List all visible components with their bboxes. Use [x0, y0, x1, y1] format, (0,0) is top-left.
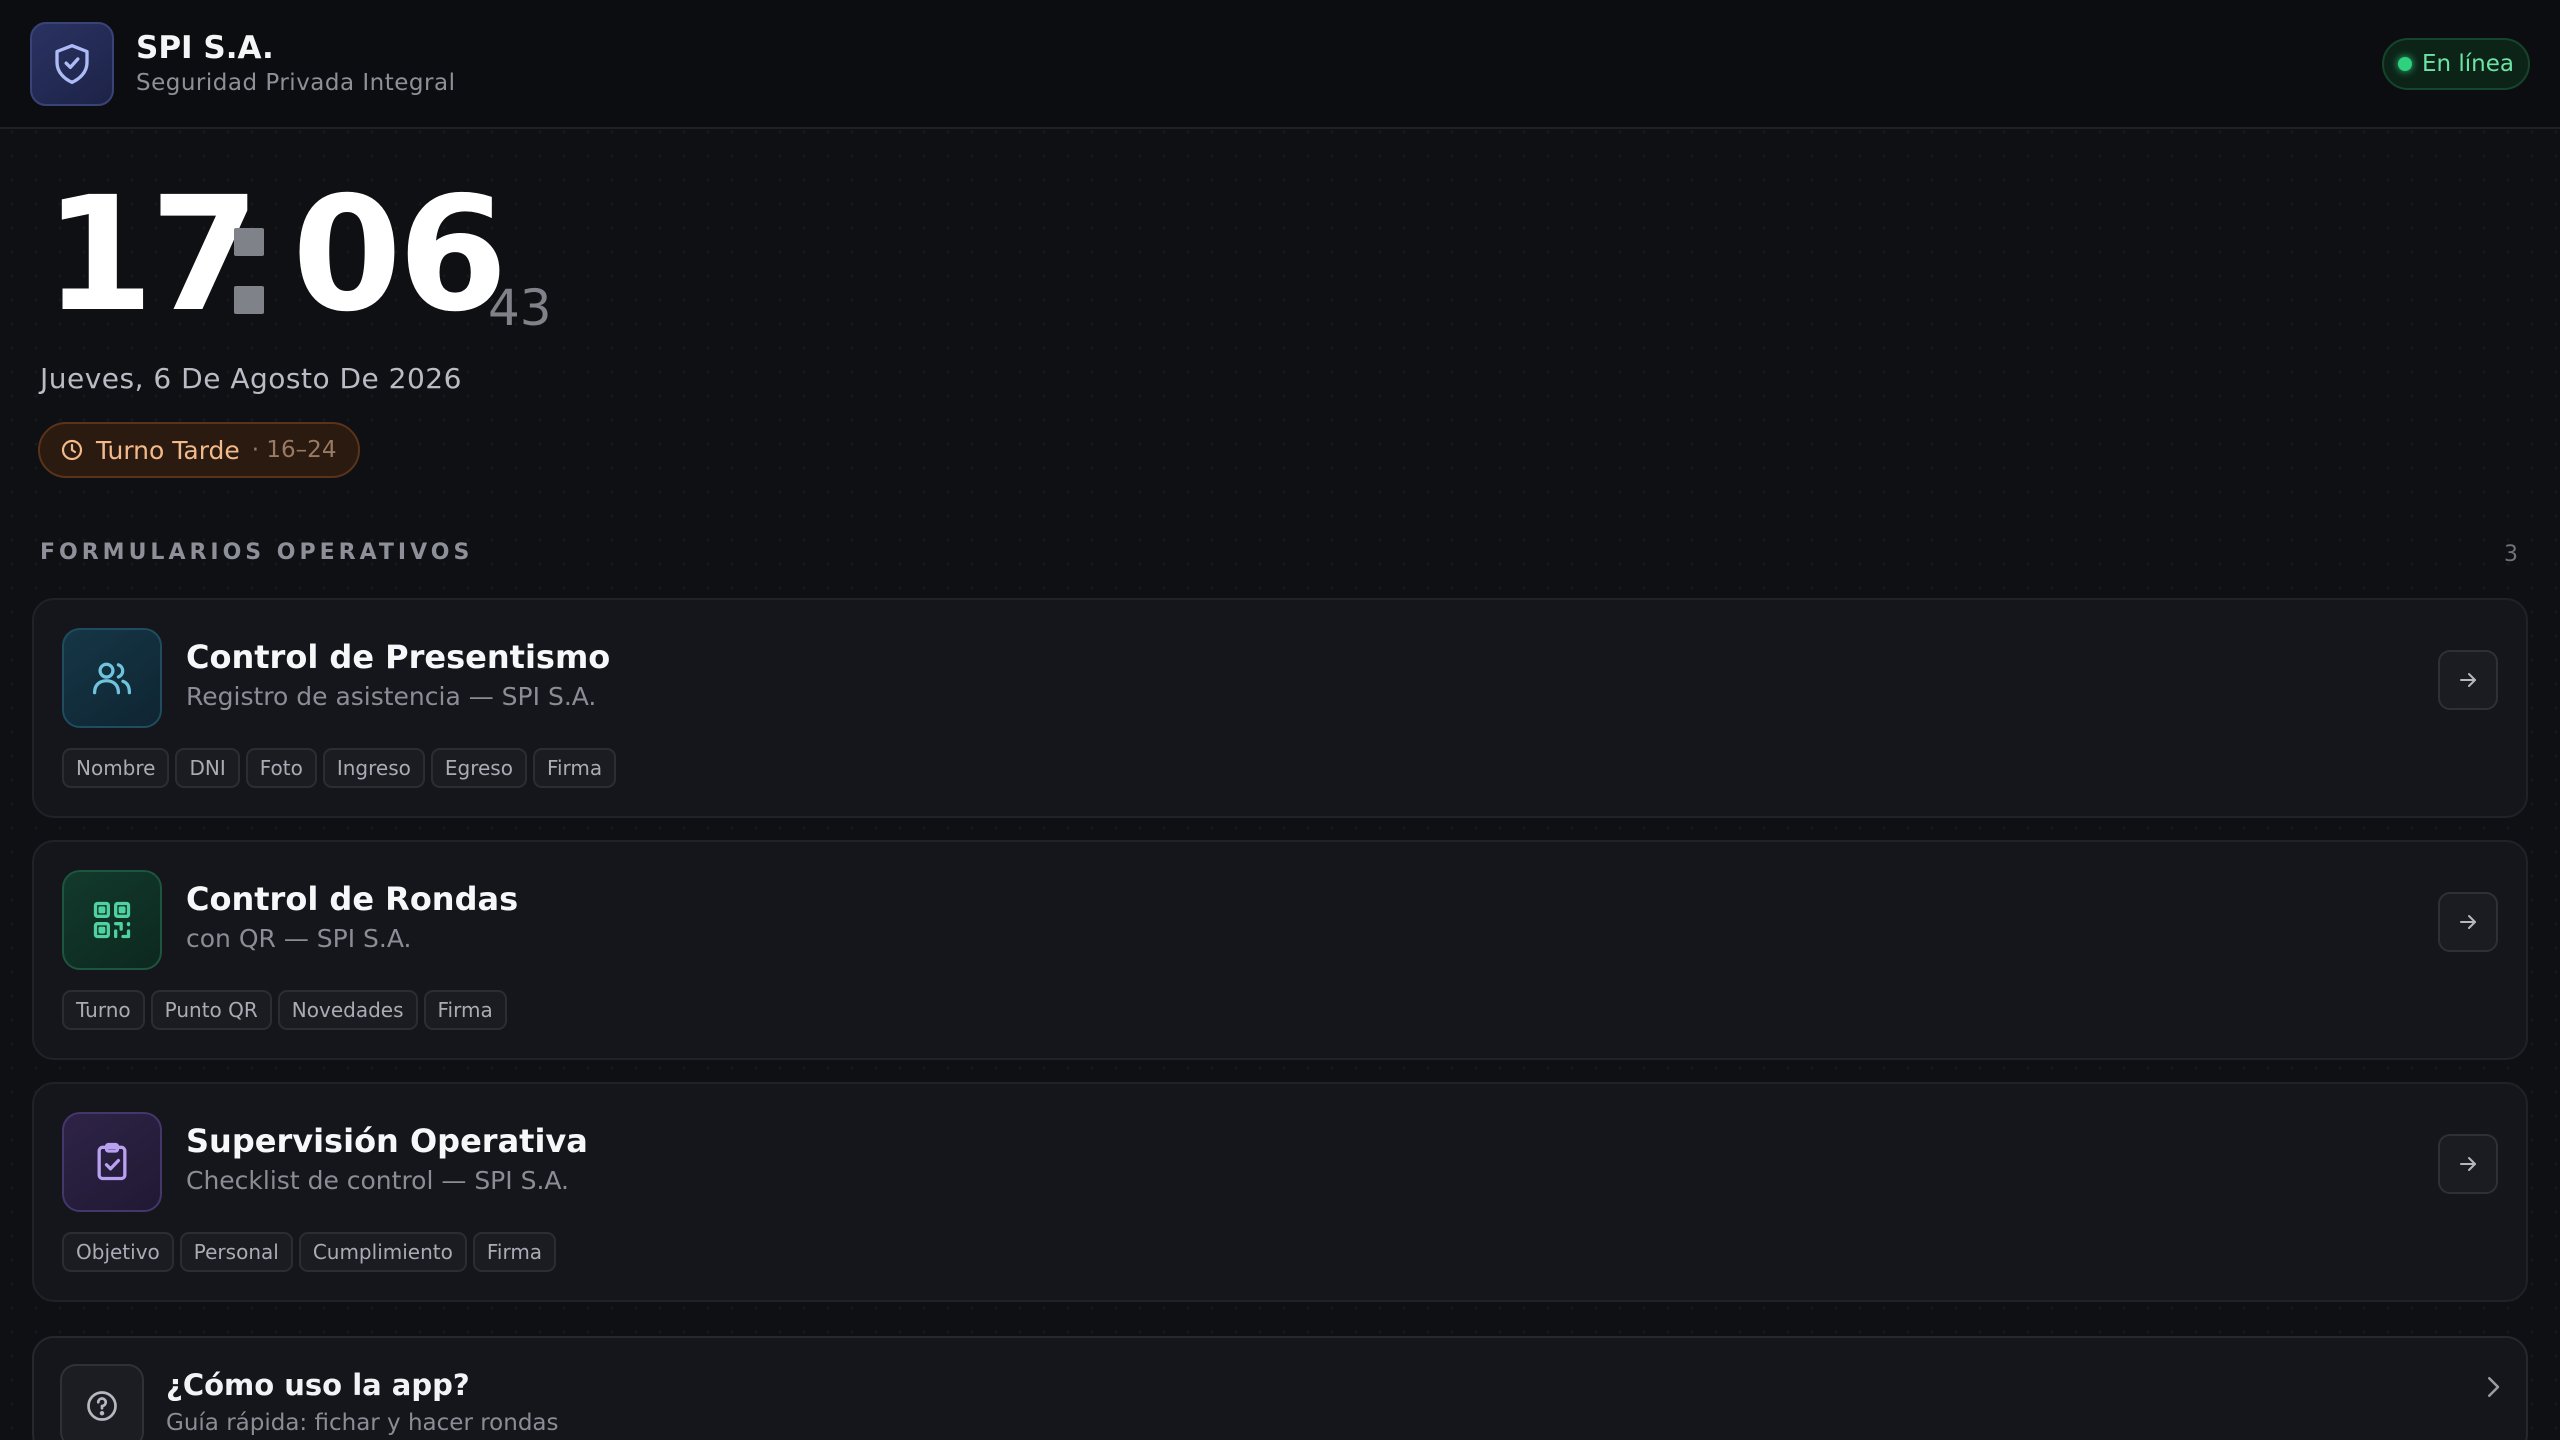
form-fields-tags: Nombre DNI Foto Ingreso Egreso Firma: [62, 748, 617, 788]
field-tag: Cumplimiento: [298, 1232, 467, 1272]
field-tag: Turno: [62, 990, 145, 1030]
current-date: Jueves, 6 De Agosto De 2026: [40, 362, 462, 395]
field-tag: DNI: [175, 748, 240, 788]
field-tag: Nombre: [62, 748, 170, 788]
field-tag: Personal: [179, 1232, 293, 1272]
shift-label: Turno Tarde: [96, 435, 240, 465]
clock-colon: [234, 228, 264, 316]
arrow-right-icon: [2460, 673, 2476, 687]
arrow-right-icon: [2460, 1157, 2476, 1171]
form-title: Control de Presentismo: [186, 638, 611, 676]
help-title: ¿Cómo uso la app?: [166, 1368, 470, 1402]
help-card[interactable]: ¿Cómo uso la app? Guía rápida: fichar y …: [32, 1336, 2528, 1440]
form-subtitle: Checklist de control — SPI S.A.: [186, 1166, 570, 1195]
online-status-badge: En línea: [2382, 38, 2530, 90]
shift-hours: · 16–24: [251, 437, 337, 463]
shield-check-icon: [30, 22, 114, 106]
brand-subtitle: Seguridad Privada Integral: [136, 70, 456, 96]
form-card-presentismo[interactable]: Control de Presentismo Registro de asist…: [32, 598, 2528, 818]
help-circle-icon: [60, 1364, 144, 1440]
form-fields-tags: Turno Punto QR Novedades Firma: [62, 990, 507, 1030]
arrow-right-icon: [2460, 915, 2476, 929]
field-tag: Objetivo: [62, 1232, 174, 1272]
form-title: Supervisión Operativa: [186, 1122, 588, 1160]
clock-icon: [61, 439, 83, 461]
clipboard-check-icon: [62, 1112, 162, 1212]
field-tag: Punto QR: [150, 990, 272, 1030]
shift-badge: Turno Tarde · 16–24: [38, 422, 360, 478]
section-count: 3: [2504, 542, 2518, 567]
clock-minutes: 06: [292, 163, 508, 347]
clock-hours: 17: [44, 163, 260, 347]
form-card-supervision[interactable]: Supervisión Operativa Checklist de contr…: [32, 1082, 2528, 1302]
top-bar: SPI S.A. Seguridad Privada Integral En l…: [0, 0, 2560, 129]
section-title: FORMULARIOS OPERATIVOS: [40, 540, 474, 565]
form-card-rondas[interactable]: Control de Rondas con QR — SPI S.A. Turn…: [32, 840, 2528, 1060]
users-icon: [62, 628, 162, 728]
form-subtitle: Registro de asistencia — SPI S.A.: [186, 682, 597, 711]
open-form-button[interactable]: [2438, 892, 2498, 952]
form-fields-tags: Objetivo Personal Cumplimiento Firma: [62, 1232, 557, 1272]
brand-name: SPI S.A.: [136, 30, 274, 66]
open-form-button[interactable]: [2438, 1134, 2498, 1194]
clock-seconds: 43: [488, 279, 552, 337]
field-tag: Firma: [472, 1232, 557, 1272]
form-title: Control de Rondas: [186, 880, 519, 918]
field-tag: Firma: [423, 990, 507, 1030]
field-tag: Firma: [532, 748, 617, 788]
field-tag: Foto: [245, 748, 317, 788]
field-tag: Egreso: [430, 748, 527, 788]
status-text: En línea: [2421, 51, 2515, 77]
form-subtitle: con QR — SPI S.A.: [186, 924, 412, 953]
status-dot-icon: [2397, 57, 2412, 71]
open-form-button[interactable]: [2438, 650, 2498, 710]
chevron-right-icon: [2488, 1377, 2500, 1397]
help-subtitle: Guía rápida: fichar y hacer rondas: [166, 1410, 559, 1436]
field-tag: Ingreso: [322, 748, 425, 788]
qr-code-icon: [62, 870, 162, 970]
field-tag: Novedades: [277, 990, 418, 1030]
